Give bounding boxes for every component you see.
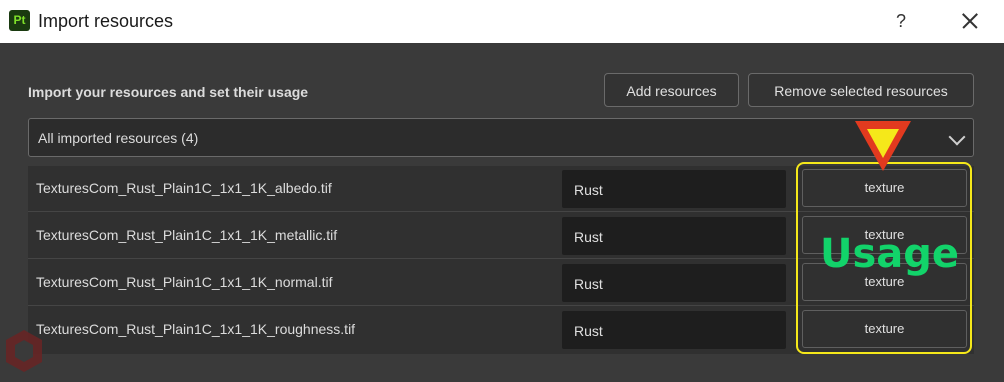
dialog-heading: Import your resources and set their usag… xyxy=(28,84,309,100)
category-value: Rust xyxy=(574,323,603,339)
category-field[interactable]: Rust xyxy=(562,311,786,349)
resource-filename: TexturesCom_Rust_Plain1C_1x1_1K_metallic… xyxy=(36,227,338,243)
title-bar: Pt Import resources ? xyxy=(0,0,1004,43)
filter-selected-value: All imported resources (4) xyxy=(38,130,199,146)
resource-filename: TexturesCom_Rust_Plain1C_1x1_1K_normal.t… xyxy=(36,274,333,290)
usage-annotation-label: Usage xyxy=(820,231,960,277)
watermark-logo-icon xyxy=(6,330,42,372)
category-field[interactable]: Rust xyxy=(562,170,786,208)
category-value: Rust xyxy=(574,182,603,198)
chevron-down-icon xyxy=(948,128,966,146)
remove-selected-resources-button[interactable]: Remove selected resources xyxy=(748,73,974,107)
category-value: Rust xyxy=(574,276,603,292)
help-button[interactable]: ? xyxy=(889,8,913,34)
close-icon[interactable] xyxy=(958,8,982,34)
category-field[interactable]: Rust xyxy=(562,217,786,255)
resource-filename: TexturesCom_Rust_Plain1C_1x1_1K_roughnes… xyxy=(36,321,356,337)
resource-filter-dropdown[interactable]: All imported resources (4) xyxy=(28,118,974,157)
down-arrow-marker-inner xyxy=(867,129,899,158)
add-resources-button[interactable]: Add resources xyxy=(604,73,739,107)
category-field[interactable]: Rust xyxy=(562,264,786,302)
window-title: Import resources xyxy=(38,11,174,31)
category-value: Rust xyxy=(574,229,603,245)
painter-app-icon: Pt xyxy=(9,10,30,31)
resource-filename: TexturesCom_Rust_Plain1C_1x1_1K_albedo.t… xyxy=(36,180,332,196)
